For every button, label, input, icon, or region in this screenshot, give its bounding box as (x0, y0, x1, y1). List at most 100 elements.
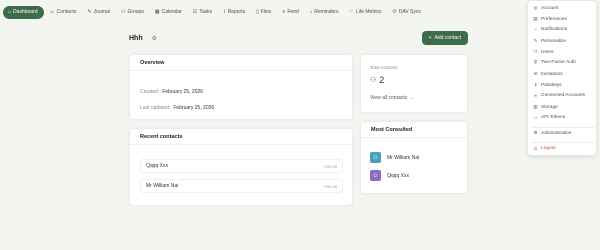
nav-tasks[interactable]: ☑ Tasks (188, 6, 217, 19)
menu-label: Connected Accounts (541, 93, 586, 98)
nav-label: Contacts (56, 9, 77, 15)
settings-gear-button[interactable]: ⚙ (152, 35, 157, 42)
menu-item-api-tokens[interactable]: ‹› API Tokens (533, 115, 565, 120)
menu-label: Notifications (541, 27, 568, 32)
nav-label: Groups (127, 9, 144, 15)
menu-label: Administration (541, 130, 572, 136)
nav-reminders[interactable]: ♪ Reminders (305, 6, 344, 19)
nav-files[interactable]: ▯ Files (251, 6, 276, 19)
nav-label: Files (260, 9, 272, 15)
contact-date: Feb 25 (324, 163, 337, 169)
logout-icon: ⏻ (533, 146, 538, 151)
user-dropdown-menu: ◎ Account ▤ Preferences ◔ Notifications … (527, 0, 597, 156)
menu-label: Account (541, 5, 559, 11)
feed-icon: ≡ (282, 8, 286, 15)
total-contacts-label: Total contacts (370, 65, 398, 70)
menu-label: Passkeys (541, 82, 562, 88)
mail-icon: ✉ (533, 71, 538, 76)
total-count-value: 2 (379, 75, 385, 85)
add-contact-button[interactable]: + Add contact (421, 31, 468, 45)
nav-feed[interactable]: ≡ Feed (277, 6, 303, 19)
pen-icon: ✎ (87, 8, 92, 15)
nav-label: DAV Sync (398, 9, 422, 15)
updated-value: February 25, 2026 (173, 105, 215, 111)
nav-label: Journal (93, 9, 110, 15)
total-contacts-count: ⚇ 2 (370, 75, 384, 85)
link-icon: ∞ (533, 93, 538, 98)
nav-reports[interactable]: ⌇ Reports (218, 6, 250, 19)
top-nav: ⌂ Dashboard ☺ Contacts ✎ Journal ⚇ Group… (0, 0, 600, 24)
nav-label: Calendar (161, 9, 182, 15)
menu-item-preferences[interactable]: ▤ Preferences (533, 16, 567, 22)
bell-icon: ♪ (309, 8, 313, 15)
nav-dav-sync[interactable]: ⟳ DAV Sync (388, 6, 427, 19)
menu-label: Preferences (541, 16, 567, 22)
menu-item-two-factor-auth[interactable]: ⛨ Two-Factor Auth (533, 60, 576, 65)
sync-icon: ⟳ (392, 8, 397, 15)
created-value: February 25, 2026 (162, 89, 204, 95)
menu-item-invitations[interactable]: ✉ Invitations (533, 71, 563, 77)
contact-name: Qqqq Xxx (146, 163, 168, 169)
menu-item-users[interactable]: ⚇ Users (533, 49, 554, 55)
nav-contacts[interactable]: ☺ Contacts (45, 6, 82, 19)
recent-contact-row[interactable]: Qqqq Xxx Feb 25 (140, 159, 343, 173)
bell-icon: ◔ (534, 27, 537, 32)
updated-line: Last updated: February 25, 2026 (140, 105, 214, 111)
menu-item-account[interactable]: ◎ Account (533, 5, 559, 11)
overview-title: Overview (130, 55, 352, 71)
nav-label: Reminders (314, 9, 339, 15)
nav-label: Dashboard (13, 9, 38, 15)
nav-dashboard[interactable]: ⌂ Dashboard (3, 5, 44, 19)
total-contacts-card: Total contacts ⚇ 2 View all contacts → (360, 54, 468, 113)
sliders-icon: ▤ (533, 16, 538, 21)
page-title: Hhh (129, 34, 143, 42)
recent-contacts-card: Recent contacts Qqqq Xxx Feb 25 Mr Willi… (129, 128, 353, 206)
file-icon: ▯ (256, 8, 259, 15)
plus-icon: + (428, 35, 432, 41)
menu-label: Personalize (541, 38, 567, 44)
menu-item-logout[interactable]: ⏻ Logout (533, 146, 556, 151)
recent-contact-row[interactable]: Mr William Nai Feb 25 (140, 179, 343, 193)
nav-groups[interactable]: ⚇ Groups (116, 6, 149, 19)
created-line: Created: February 25, 2026 (140, 89, 203, 95)
calendar-icon: ▦ (154, 8, 160, 15)
database-icon: ▥ (533, 104, 538, 109)
user-icon: ◎ (533, 5, 538, 10)
consulted-contact[interactable]: ☺ Mr William Nai (370, 152, 419, 163)
people-icon: ⚇ (370, 77, 377, 84)
menu-divider (531, 142, 595, 143)
add-contact-label: Add contact (434, 35, 461, 41)
groups-icon: ⚇ (120, 8, 126, 15)
users-icon: ⚇ (533, 49, 538, 54)
nav-calendar[interactable]: ▦ Calendar (150, 6, 187, 19)
reports-icon: ⌇ (223, 8, 226, 15)
menu-item-notifications[interactable]: ◔ Notifications (533, 27, 567, 32)
menu-label: Two-Factor Auth (541, 60, 576, 65)
recent-contacts-title: Recent contacts (130, 129, 352, 145)
menu-item-personalize[interactable]: ✎ Personalize (533, 38, 566, 44)
nav-life-metrics[interactable]: ♡ Life Metrics (344, 6, 386, 19)
gear-icon: ⚙ (151, 35, 157, 42)
view-all-contacts-link[interactable]: View all contacts → (370, 95, 414, 101)
updated-label: Last updated: (140, 105, 171, 111)
contact-name: Mr William Nai (146, 183, 179, 189)
menu-item-passkeys[interactable]: ⚷ Passkeys (533, 82, 562, 88)
consulted-name: Qqqq Xxx (387, 172, 409, 179)
menu-divider (531, 127, 595, 128)
tasks-icon: ☑ (192, 8, 198, 15)
menu-label: Users (541, 49, 554, 55)
most-consulted-card: Most Consulted ☺ Mr William Nai ☺ Qqqq X… (360, 121, 468, 194)
contacts-icon: ☺ (49, 8, 55, 15)
menu-item-administration[interactable]: ⚙ Administration (533, 130, 571, 136)
nav-journal[interactable]: ✎ Journal (82, 6, 115, 19)
menu-item-storage[interactable]: ▥ Storage (533, 104, 557, 110)
avatar: ☺ (370, 152, 381, 163)
gear-icon: ⚙ (533, 130, 538, 135)
most-consulted-title: Most Consulted (361, 122, 467, 138)
code-icon: ‹› (534, 115, 537, 120)
home-icon: ⌂ (8, 8, 12, 15)
consulted-contact[interactable]: ☺ Qqqq Xxx (370, 170, 409, 181)
created-label: Created: (140, 89, 160, 95)
nav-label: Feed (287, 9, 299, 15)
menu-item-connected-accounts[interactable]: ∞ Connected Accounts (533, 93, 585, 98)
